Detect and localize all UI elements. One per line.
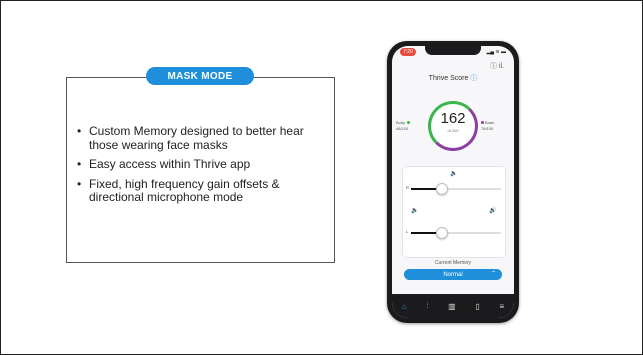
- chevron-up-icon: ⌃: [490, 271, 496, 277]
- slide: MASK MODE • Custom Memory designed to bet…: [0, 0, 643, 355]
- slider-knob[interactable]: [436, 183, 448, 195]
- bottom-nav: ⌂ ⫶ ▥ ▯ ≡: [392, 294, 514, 318]
- volume-up-icon[interactable]: 🔊: [489, 207, 496, 214]
- bullet-item: • Fixed, high frequency gain offsets & di…: [77, 176, 280, 204]
- home-icon[interactable]: ⌂: [402, 302, 407, 311]
- bullet-list: • Custom Memory designed to better hear t…: [77, 124, 332, 211]
- score-value: 162: [440, 110, 466, 127]
- green-dot-icon: [407, 121, 411, 124]
- phone-screen: 7:20 ▂▄ ≋ ▬ ⓘ il. Thrive Score ⓘ 162 of …: [392, 46, 514, 318]
- status-time: 7:20: [400, 48, 416, 56]
- help-icon[interactable]: ⓘ il.: [490, 61, 504, 71]
- device-icon[interactable]: ▯: [475, 302, 479, 311]
- body-score: Body 48/100: [396, 120, 411, 132]
- bullet-item: • Easy access within Thrive app: [77, 157, 251, 171]
- adjust-icon[interactable]: ⫶: [426, 301, 428, 311]
- volume-slider-top[interactable]: [411, 183, 501, 195]
- slider-label-bottom: L: [406, 229, 409, 234]
- thrive-score-title: Thrive Score ⓘ: [428, 75, 478, 82]
- volume-panel: 🔈 R 🔉 🔊 L: [402, 166, 506, 258]
- slider-knob[interactable]: [436, 227, 448, 239]
- status-icons: ▂▄ ≋ ▬: [486, 49, 506, 55]
- volume-down-icon[interactable]: 🔉: [411, 207, 418, 214]
- brain-score: Brain 78/100: [481, 120, 495, 131]
- memory-selector[interactable]: Normal ⌃: [404, 269, 502, 280]
- slider-label-top: R: [406, 185, 409, 190]
- volume-slider-bottom[interactable]: [411, 227, 501, 239]
- purple-dot-icon: [481, 121, 484, 124]
- bullet-item: • Custom Memory designed to better hear t…: [77, 124, 304, 152]
- activity-icon[interactable]: ▥: [448, 302, 456, 311]
- info-icon[interactable]: ⓘ: [470, 75, 477, 82]
- current-memory-label: Current Memory: [434, 260, 472, 266]
- score-max: of 200: [447, 128, 459, 133]
- menu-icon[interactable]: ≡: [499, 302, 504, 311]
- mask-mode-pill: MASK MODE: [146, 67, 254, 85]
- speaker-icon: 🔈: [450, 171, 458, 177]
- phone-notch: [425, 46, 481, 55]
